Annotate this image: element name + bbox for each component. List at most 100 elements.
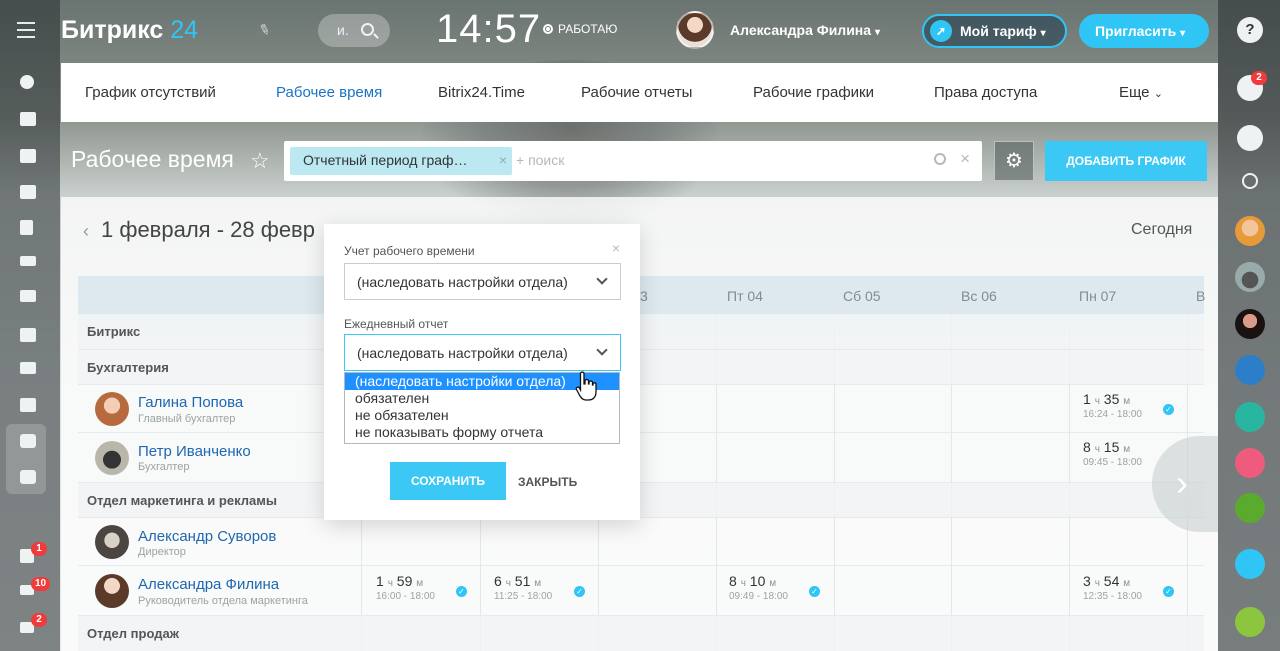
calendar-icon[interactable] xyxy=(20,149,36,163)
contact-avatar[interactable] xyxy=(1235,309,1265,339)
chat-icon[interactable] xyxy=(20,185,36,199)
tab-more[interactable]: Еще ⌄ xyxy=(1119,84,1163,101)
filter-tag[interactable]: Отчетный период граф… × xyxy=(290,147,512,175)
search-icon[interactable] xyxy=(1242,173,1258,189)
close-icon[interactable]: × xyxy=(612,240,620,256)
period-nav: ‹ 1 февраля - 28 февр xyxy=(83,217,315,243)
avatar[interactable] xyxy=(95,441,129,475)
section-row: Отдел продаж xyxy=(78,616,1204,651)
worktime-select[interactable]: (наследовать настройки отдела) xyxy=(344,263,621,300)
person-position: Директор xyxy=(138,546,186,558)
chevron-left-icon[interactable]: ‹ xyxy=(83,221,89,241)
worktime-range: 09:45 - 18:00 xyxy=(1083,457,1142,468)
worktime-range: 11:25 - 18:00 xyxy=(494,591,553,602)
tab-work-reports[interactable]: Рабочие отчеты xyxy=(581,84,692,101)
worktime-value[interactable]: 1 ч 59 м xyxy=(376,573,423,589)
section-label: Отдел продаж xyxy=(87,626,179,641)
worktime-value[interactable]: 1 ч 35 м xyxy=(1083,391,1130,407)
worktime-range: 09:49 - 18:00 xyxy=(729,591,788,602)
hours-unit: ч xyxy=(387,578,393,589)
help-icon[interactable]: ? xyxy=(1237,17,1263,43)
hours: 8 xyxy=(729,573,737,589)
tab-worktime[interactable]: Рабочее время xyxy=(276,84,382,101)
group-icon[interactable] xyxy=(1235,493,1265,523)
dropdown-option[interactable]: не показывать форму отчета xyxy=(345,424,619,441)
close-button[interactable]: ЗАКРЫТЬ xyxy=(518,475,577,489)
menu-icon[interactable] xyxy=(17,22,35,38)
day-header: Пн 07 xyxy=(1079,288,1117,304)
today-button[interactable]: Сегодня xyxy=(1131,221,1192,239)
minutes-unit: м xyxy=(769,578,777,589)
chevron-down-icon: ▾ xyxy=(874,27,880,38)
drive-icon[interactable] xyxy=(20,256,36,266)
tariff-button[interactable]: ➚ Мой тариф ▾ xyxy=(922,14,1067,48)
user-menu[interactable]: Александра Филина ▾ xyxy=(730,22,880,38)
person-name-link[interactable]: Александра Филина xyxy=(138,576,279,593)
logo[interactable]: Битрикс 24 xyxy=(61,16,198,45)
group-chat-icon[interactable] xyxy=(1235,355,1265,385)
day-header: Сб 05 xyxy=(843,288,881,304)
person-name-link[interactable]: Петр Иванченко xyxy=(138,443,251,460)
tab-schedules[interactable]: Рабочие графики xyxy=(753,84,874,101)
tasks-icon[interactable] xyxy=(20,112,36,126)
record-icon xyxy=(543,24,553,34)
report-label: Ежедневный отчет xyxy=(344,317,449,331)
worktime-range: 16:00 - 18:00 xyxy=(376,591,435,602)
close-icon[interactable]: × xyxy=(960,149,970,169)
avatar[interactable] xyxy=(95,392,129,426)
right-sidebar: ? 2 xyxy=(1218,0,1280,651)
report-select[interactable]: (наследовать настройки отдела) xyxy=(344,334,621,371)
employees-icon[interactable] xyxy=(20,290,36,302)
day-header: В xyxy=(1196,288,1206,304)
box-icon[interactable] xyxy=(20,434,36,448)
worktime-value[interactable]: 8 ч 10 м xyxy=(729,573,776,589)
close-icon[interactable]: × xyxy=(499,152,507,168)
minutes: 35 xyxy=(1103,391,1120,407)
worktime-value[interactable]: 6 ч 51 м xyxy=(494,573,541,589)
filter-tag-label: Отчетный период граф… xyxy=(303,152,468,168)
filter-search-input[interactable]: + поиск xyxy=(516,152,564,168)
share-icon[interactable] xyxy=(1235,549,1265,579)
add-schedule-button[interactable]: ДОБАВИТЬ ГРАФИК xyxy=(1045,141,1207,181)
header-search[interactable]: и. xyxy=(318,14,390,47)
worktime-value[interactable]: 8 ч 15 м xyxy=(1083,439,1130,455)
avatar[interactable] xyxy=(95,525,129,559)
edit-icon[interactable]: ✎ xyxy=(256,20,275,39)
section-label: Отдел маркетинга и рекламы xyxy=(87,493,277,508)
apps-icon[interactable] xyxy=(20,328,36,342)
worktime-value[interactable]: 3 ч 54 м xyxy=(1083,573,1130,589)
avatar[interactable] xyxy=(95,574,129,608)
search-icon[interactable] xyxy=(934,153,946,165)
tab-access[interactable]: Права доступа xyxy=(934,84,1037,101)
feed-icon[interactable] xyxy=(20,75,34,89)
user-name: Александра Филина xyxy=(730,22,872,38)
chevron-down-icon xyxy=(596,344,608,356)
contacts-icon[interactable] xyxy=(20,398,36,412)
work-status[interactable]: РАБОТАЮ xyxy=(543,22,617,36)
tab-bitrix24-time[interactable]: Bitrix24.Time xyxy=(438,84,525,101)
group-icon[interactable] xyxy=(1235,448,1265,478)
star-icon[interactable]: ☆ xyxy=(250,148,270,174)
contact-avatar[interactable] xyxy=(1235,216,1265,246)
phone-icon[interactable] xyxy=(1235,607,1265,637)
messenger-icon[interactable] xyxy=(1237,125,1263,151)
user-avatar[interactable] xyxy=(676,11,714,49)
dropdown-option[interactable]: не обязателен xyxy=(345,407,619,424)
invite-button[interactable]: Пригласить ▾ xyxy=(1079,14,1209,48)
group-icon[interactable] xyxy=(1235,402,1265,432)
filter-bar[interactable]: Отчетный период граф… × + поиск × xyxy=(284,141,982,181)
save-button[interactable]: СОХРАНИТЬ xyxy=(390,462,506,500)
day-header: Вс 06 xyxy=(961,288,997,304)
person-name-link[interactable]: Александр Суворов xyxy=(138,528,276,545)
check-icon: ✓ xyxy=(1163,404,1174,415)
crm-icon[interactable] xyxy=(20,362,36,374)
contact-avatar[interactable] xyxy=(1235,262,1265,292)
gear-icon[interactable]: ⚙ xyxy=(994,141,1034,181)
invite-label: Пригласить xyxy=(1095,23,1177,39)
tab-more-label: Еще xyxy=(1119,84,1150,101)
box-icon-2[interactable] xyxy=(20,470,36,484)
tab-absence[interactable]: График отсутствий xyxy=(85,84,216,101)
search-text: и. xyxy=(337,22,349,38)
documents-icon[interactable] xyxy=(20,220,33,235)
person-name-link[interactable]: Галина Попова xyxy=(138,394,243,411)
